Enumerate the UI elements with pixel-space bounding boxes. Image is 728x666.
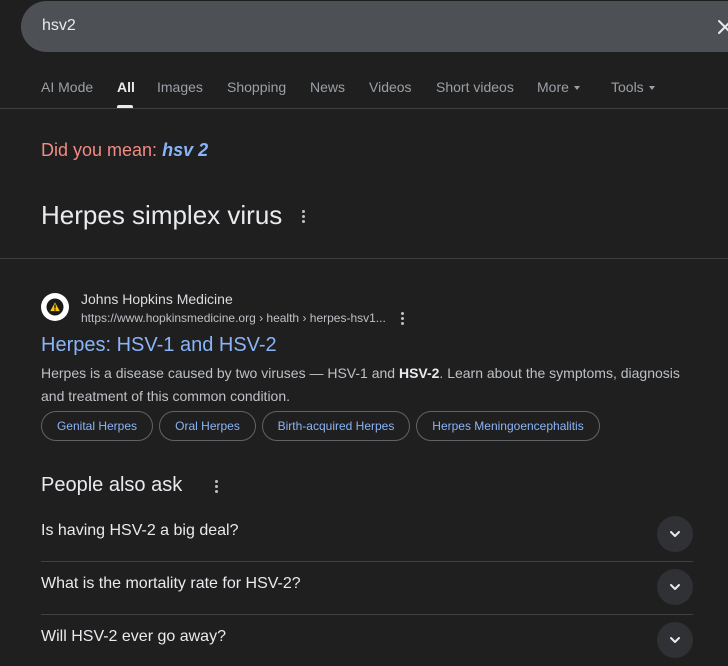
chip-oral-herpes[interactable]: Oral Herpes [159, 411, 256, 441]
search-input[interactable]: hsv2 [42, 17, 76, 35]
tab-all[interactable]: All [117, 79, 135, 95]
divider [0, 258, 728, 259]
chevron-down-icon [648, 86, 655, 91]
knowledge-panel-title: Herpes simplex virus [41, 200, 305, 231]
did-you-mean: Did you mean: hsv 2 [41, 140, 208, 161]
result-site-name: Johns Hopkins Medicine [81, 291, 233, 307]
tab-videos[interactable]: Videos [369, 79, 412, 95]
result-snippet: Herpes is a disease caused by two viruse… [41, 362, 701, 408]
people-also-ask-title: People also ask [41, 474, 183, 496]
tab-short-videos[interactable]: Short videos [436, 79, 514, 95]
chip-herpes-meningoencephalitis[interactable]: Herpes Meningoencephalitis [416, 411, 600, 441]
more-options-icon[interactable] [301, 209, 305, 225]
paa-question[interactable]: Will HSV-2 ever go away? [41, 614, 693, 666]
more-options-icon[interactable] [215, 480, 218, 495]
warning-icon [46, 298, 64, 316]
more-options-icon[interactable] [401, 312, 404, 327]
snippet-text: Herpes is a disease caused by two viruse… [41, 365, 399, 381]
chevron-down-icon[interactable] [657, 622, 693, 658]
result-title-link[interactable]: Herpes: HSV-1 and HSV-2 [41, 334, 277, 357]
did-you-mean-suggestion[interactable]: hsv 2 [162, 140, 208, 160]
tab-ai-mode[interactable]: AI Mode [41, 79, 93, 95]
tab-more-label: More [537, 79, 569, 95]
close-icon[interactable] [713, 15, 728, 39]
knowledge-panel-title-text: Herpes simplex virus [41, 200, 283, 230]
site-favicon[interactable] [41, 293, 69, 321]
paa-question[interactable]: Is having HSV-2 a big deal? [41, 508, 693, 560]
chip-birth-acquired-herpes[interactable]: Birth-acquired Herpes [262, 411, 410, 441]
snippet-bold: HSV-2 [398, 365, 440, 381]
search-bar[interactable]: hsv2 [21, 1, 728, 52]
tab-news[interactable]: News [310, 79, 345, 95]
tab-tools-label: Tools [611, 79, 644, 95]
paa-question-text: Is having HSV-2 a big deal? [41, 522, 239, 539]
chevron-down-icon[interactable] [657, 516, 693, 552]
chevron-down-icon [573, 86, 580, 91]
result-url[interactable]: https://www.hopkinsmedicine.org › health… [81, 311, 386, 325]
did-you-mean-label: Did you mean: [41, 140, 158, 160]
chip-genital-herpes[interactable]: Genital Herpes [41, 411, 153, 441]
paa-question-text: Will HSV-2 ever go away? [41, 628, 226, 645]
chevron-down-icon[interactable] [657, 569, 693, 605]
paa-question[interactable]: What is the mortality rate for HSV-2? [41, 561, 693, 613]
paa-question-text: What is the mortality rate for HSV-2? [41, 575, 301, 592]
tab-images[interactable]: Images [157, 79, 203, 95]
tab-more[interactable]: More [537, 79, 580, 95]
active-tab-indicator [117, 105, 133, 108]
tab-tools[interactable]: Tools [611, 79, 655, 95]
tab-shopping[interactable]: Shopping [227, 79, 286, 95]
search-tabs: AI Mode All Images Shopping News Videos … [0, 70, 728, 109]
